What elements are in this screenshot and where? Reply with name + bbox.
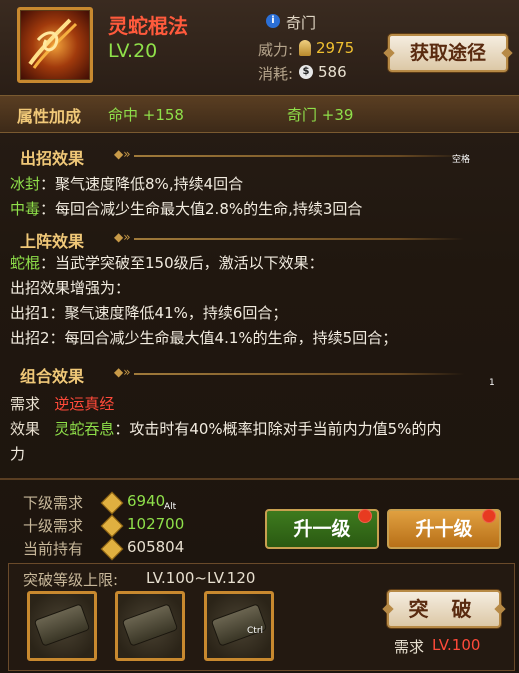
ornament-icon: ◆»	[114, 147, 131, 161]
get-source-label: 获取途径	[409, 42, 486, 64]
combo-effect-title: 组合效果	[20, 367, 85, 386]
combo-require-line: 需求 逆运真经	[10, 395, 115, 413]
badge-count: 1	[489, 378, 495, 388]
section-divider	[134, 155, 464, 157]
notification-dot	[358, 509, 372, 523]
coin-icon	[100, 514, 124, 538]
ten-level-label: 十级需求	[23, 517, 84, 535]
power-icon	[299, 40, 311, 56]
formation-effect-line-4: 出招2：每回合减少生命最大值4.1%的生命，持续5回合；	[10, 329, 398, 347]
attribute-bar: 属性加成 命中 +158 奇门 +39	[0, 95, 519, 133]
material-slot-2[interactable]	[115, 591, 185, 661]
current-hold-label: 当前持有	[23, 540, 84, 558]
attack-effect-line-2: 中毒：每回合减少生命最大值2.8%的生命,持续3回合	[10, 200, 363, 218]
section-divider	[0, 478, 519, 480]
breakthrough-need-label: 需求	[394, 638, 425, 656]
power-label: 威力:	[258, 41, 294, 59]
attack-effect-line-1: 冰封：聚气速度降低8%,持续4回合	[10, 175, 244, 193]
skill-category: 奇门	[286, 14, 317, 32]
get-source-button[interactable]: 获取途径	[383, 34, 513, 72]
notification-dot	[482, 509, 496, 523]
section-divider	[134, 238, 464, 240]
ornament-icon: ◆»	[114, 365, 131, 379]
section-divider	[134, 373, 464, 375]
formation-effect-line-3: 出招1：聚气速度降低41%，持续6回合；	[10, 304, 288, 322]
scroll-item-icon	[35, 604, 89, 646]
skill-level: LV.20	[108, 40, 158, 62]
material-slot-1[interactable]	[27, 591, 97, 661]
breakthrough-label: 突破等级上限:	[23, 571, 119, 589]
current-hold-value: 605804	[127, 538, 185, 556]
hotkey-tag-space: 空格	[452, 155, 471, 165]
combo-effect-line: 效果 灵蛇吞息：攻击时有40%概率扣除对手当前内力值5%的内	[10, 420, 442, 438]
power-value: 2975	[316, 39, 355, 57]
cost-value: 586	[318, 63, 347, 81]
skill-icon	[17, 7, 93, 83]
formation-effect-line-2: 出招效果增强为：	[10, 279, 131, 297]
breakthrough-button[interactable]: 突 破	[382, 590, 506, 628]
attribute-title: 属性加成	[17, 107, 82, 126]
next-level-value: 6940	[127, 492, 166, 510]
skill-panel: 灵蛇棍法 LV.20 i 奇门 威力: 2975 消耗: $ 586 获取途径 …	[0, 0, 519, 673]
hotkey-tag-ctrl: Ctrl	[247, 626, 264, 636]
material-slot-3[interactable]	[204, 591, 274, 661]
cost-label: 消耗:	[258, 65, 294, 83]
formation-effect-title: 上阵效果	[20, 232, 85, 251]
skill-name: 灵蛇棍法	[108, 14, 188, 38]
hotkey-tag-alt: Alt	[164, 502, 177, 512]
combo-effect-line-2: 力	[10, 445, 26, 463]
attribute-qimen: 奇门 +39	[287, 106, 354, 124]
scroll-item-icon	[212, 604, 266, 646]
attack-effect-title: 出招效果	[20, 149, 85, 168]
scroll-item-icon	[123, 604, 177, 646]
ten-level-value: 102700	[127, 515, 185, 533]
formation-effect-line-1: 蛇棍：当武学突破至150级后，激活以下效果：	[10, 254, 324, 272]
breakthrough-need-value: LV.100	[432, 636, 481, 654]
info-icon: i	[266, 14, 280, 28]
ornament-icon: ◆»	[114, 230, 131, 244]
cost-icon: $	[299, 65, 313, 79]
coin-icon	[100, 491, 124, 515]
coin-icon	[100, 537, 124, 561]
attribute-hit: 命中 +158	[108, 106, 184, 124]
breakthrough-button-label: 突 破	[408, 597, 480, 621]
breakthrough-range: LV.100~LV.120	[146, 569, 256, 587]
next-level-label: 下级需求	[23, 494, 84, 512]
